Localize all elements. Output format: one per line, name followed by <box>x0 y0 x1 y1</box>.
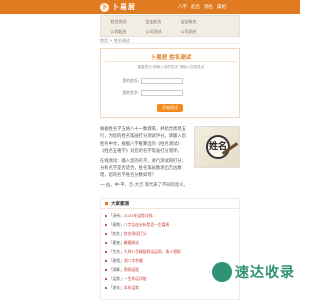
list-item[interactable]: 「测算」预测运程 <box>105 267 139 273</box>
bullet-icon <box>105 278 107 280</box>
logo-text: 卜易居 <box>112 3 136 11</box>
name-test-form: 卜易居 姓名测试 重要提示:请输入您的姓名 请输入您的姓名 您的姓氏: 您的名字… <box>100 48 240 118</box>
subnav-item[interactable]: 公司测试 <box>136 27 171 37</box>
top-header: 卜 卜易居 八字 起名 测名 属相 <box>0 0 300 14</box>
popular-tests-list: 大家都测 「汤伟」2023年运势详批: 「星期」八字吉凶分析是否一生富贵 「姓名… <box>100 198 240 300</box>
square-bullet-icon <box>105 202 108 205</box>
form-divider <box>105 61 237 62</box>
bullet-icon <box>105 260 107 262</box>
watermark-text: 速达收录 <box>235 265 295 281</box>
top-nav: 八字 起名 测名 属相 <box>178 4 226 10</box>
subnav-item[interactable]: 宝宝取名 <box>171 17 206 27</box>
nav-item-shuxiang[interactable]: 属相 <box>217 4 226 10</box>
subnav-item[interactable]: 姓名测试 <box>101 17 136 27</box>
list-title: 大家都测 <box>111 201 129 207</box>
subnav-item[interactable]: 宝宝起名 <box>136 17 171 27</box>
nav-item-ceming[interactable]: 测名 <box>204 4 213 10</box>
article-paragraph: 一-凶，中-平，吉-大吉 等代表了不同的含义。 <box>100 182 188 188</box>
bullet-icon <box>105 251 107 253</box>
sub-nav: 姓名测试 宝宝起名 宝宝取名 公司起名 公司测试 公司测名 <box>100 15 240 37</box>
list-item[interactable]: 「生肖」大师八字精批财运运势，贵人相助 <box>105 249 181 255</box>
list-item[interactable]: 「星相」测八字合婚 <box>105 258 143 264</box>
bullet-icon <box>105 287 107 289</box>
list-item[interactable]: 「星期」八字吉凶分析是否一生富贵 <box>105 222 169 228</box>
list-header: 大家都测 <box>101 199 239 209</box>
watermark: 速达收录 <box>212 262 295 282</box>
breadcrumb: 首页 > 姓名测试 <box>100 38 240 44</box>
name-label: 您的名字: <box>122 90 139 95</box>
surname-row: 您的姓氏: <box>121 77 183 85</box>
nav-item-qiming[interactable]: 起名 <box>191 4 200 10</box>
seal-circle: 姓名 <box>206 135 230 159</box>
subnav-item[interactable]: 公司测名 <box>171 27 206 37</box>
logo-icon: 卜 <box>100 2 109 12</box>
list-item[interactable]: 「运势」一生命运详批 <box>105 276 147 282</box>
list-item[interactable]: 「流年」本年运势 <box>105 285 139 291</box>
bullet-icon <box>105 215 107 217</box>
breadcrumb-current[interactable]: 姓名测试 <box>114 38 130 43</box>
start-test-button[interactable]: 开始测试 <box>157 104 183 112</box>
calligraphy-image: 姓名 <box>194 126 240 168</box>
bullet-icon <box>105 242 107 244</box>
article-paragraph: 在线测试：输入您的名字，进行测试和打分，分析名字是否适合，姓名笔画数测出吉凶数理… <box>100 158 186 179</box>
subnav-item[interactable]: 公司起名 <box>101 27 136 37</box>
article-text: 根据姓名学五格八十一数理来，并结合周易五行，为您的姓名笔画打分测试评分。请输入您… <box>100 126 188 191</box>
watermark-logo-icon <box>212 262 232 282</box>
article-paragraph: 根据姓名学五格八十一数理来，并结合周易五行，为您的姓名笔画打分测试评分。请输入您… <box>100 127 186 155</box>
form-hint: 重要提示:请输入您的姓名 请输入您的姓名 <box>137 65 205 69</box>
name-input[interactable] <box>141 90 183 96</box>
bullet-icon <box>105 224 107 226</box>
nav-item-bazi[interactable]: 八字 <box>178 4 187 10</box>
breadcrumb-home[interactable]: 首页 <box>100 38 108 43</box>
surname-input[interactable] <box>141 78 183 84</box>
form-title: 卜易居 姓名测试 <box>150 55 192 61</box>
list-item[interactable]: 「星座」婚姻测试 <box>105 240 139 246</box>
name-row: 您的名字: <box>121 89 183 97</box>
list-item[interactable]: 「姓名」姓名测试打分 <box>105 231 147 237</box>
surname-label: 您的姓氏: <box>122 78 139 83</box>
site-logo[interactable]: 卜 卜易居 <box>100 2 136 12</box>
list-item[interactable]: 「汤伟」2023年运势详批: <box>105 213 154 219</box>
bullet-icon <box>105 269 107 271</box>
bullet-icon <box>105 233 107 235</box>
